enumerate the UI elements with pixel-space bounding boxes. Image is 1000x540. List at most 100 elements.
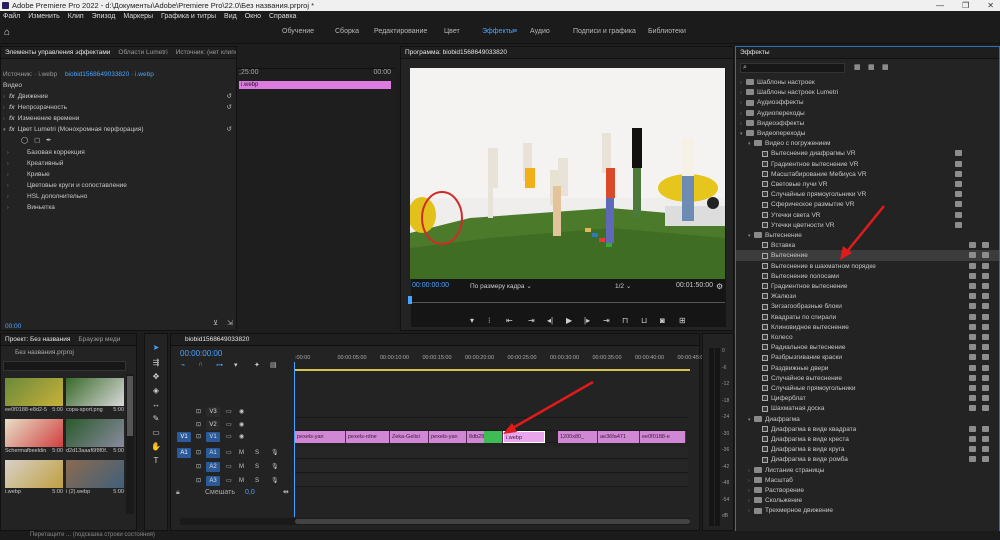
solo-button[interactable]: S [255,461,259,473]
fit-dropdown[interactable]: По размеру кадра ⌄ [470,282,532,290]
sync-lock-icon[interactable]: ▭ [226,475,232,487]
sync-lock-icon[interactable]: ▭ [226,406,232,418]
program-timecode[interactable]: 00:00:00:00 [412,282,449,289]
menu-item[interactable]: Маркеры [123,11,153,22]
voiceover-mic-icon[interactable]: 🎙︎ [271,447,279,459]
32bit-effects-icon[interactable]: ▦ [868,63,875,71]
extract-icon[interactable]: ⊔ [641,316,647,325]
timeline-clip[interactable]: i.webp [503,431,545,443]
fx-icon[interactable]: fx [9,104,15,111]
menu-item[interactable]: Эпизод [92,11,116,22]
ellipse-mask-icon[interactable]: ◯ [21,137,30,144]
snap-icon[interactable]: ⌁ [181,361,185,369]
timeline-timecode[interactable]: 00:00:00:00 [180,349,222,358]
program-scrubber[interactable] [408,296,725,304]
timeline-clip[interactable]: pexels-yan [295,431,346,443]
lumetri-section[interactable]: › Виньетка [1,202,236,213]
ripple-edit-tool-icon[interactable]: ✥ [151,372,161,381]
workspace-menu-icon[interactable]: ≡ [513,28,517,35]
workspace-tab[interactable]: Цвет [444,28,460,35]
fx-icon[interactable]: fx [9,93,15,100]
ec-tab[interactable]: Области Lumetri [114,47,171,58]
project-scrollbar[interactable] [126,374,134,514]
camera-icon[interactable]: ◙ [660,316,665,325]
timeline-clip[interactable]: 1200x80_ [558,431,598,443]
workspace-tab[interactable]: Редактирование [374,28,427,35]
quality-dropdown[interactable]: 1/2 ⌄ [615,282,631,290]
work-area-bar[interactable] [295,369,690,371]
add-marker-icon[interactable]: ▾ [234,361,238,369]
linked-selection-icon[interactable]: ⊶ [216,361,223,369]
lock-master-icon[interactable]: 🔒︎ [176,489,180,497]
eye-icon[interactable]: ◉ [239,431,244,443]
project-search-input[interactable] [3,361,126,371]
settings-icon[interactable]: ⚙ [716,282,723,291]
menu-item[interactable]: Клип [68,11,84,22]
accelerated-effects-icon[interactable]: ▦ [854,63,861,71]
lock-icon[interactable]: ⊡ [196,447,201,459]
type-tool-icon[interactable]: T [151,456,161,465]
eye-icon[interactable]: ◉ [239,419,244,431]
timeline-clip[interactable]: pexels-yan [429,431,467,443]
menu-item[interactable]: Окно [245,11,261,22]
sync-lock-icon[interactable]: ▭ [226,447,232,459]
sequence-tab[interactable]: biobid1568649033820 [171,334,253,345]
magnet-icon[interactable]: ∩ [198,361,203,368]
timeline-clip[interactable]: ae36fa471 [598,431,640,443]
sync-lock-icon[interactable]: ▭ [226,419,232,431]
captions-icon[interactable]: ▤ [270,361,277,369]
mark-out-icon[interactable]: ⁝ [488,316,491,325]
track-target[interactable]: A3 [206,476,220,486]
project-thumbnail[interactable] [5,378,63,406]
timeline-clip[interactable]: ee0f0188-e [640,431,686,443]
workspace-tab[interactable]: Обучение [282,28,314,35]
reset-icon[interactable]: ↺ [227,91,232,102]
track-header[interactable]: ⊡ A3 ▭ M S 🎙︎ [175,475,292,487]
menu-item[interactable]: Файл [3,11,20,22]
master-collapse-icon[interactable]: ⇹ [283,488,289,496]
comparison-icon[interactable]: ⊞ [679,316,686,325]
effect-row[interactable]: ▾ fx Цвет Lumetri (Монохромная перфорация)… [1,124,236,135]
project-tab[interactable]: Проект: Без названия [1,334,74,345]
razor-tool-icon[interactable]: ◈ [151,386,161,395]
fx-icon[interactable]: fx [9,126,15,133]
playhead[interactable] [408,296,412,304]
track-header[interactable]: A1 ⊡ A1 ▭ M S 🎙︎ [175,447,292,459]
eye-icon[interactable]: ◉ [239,406,244,418]
project-thumbnail[interactable] [5,419,63,447]
track-header[interactable]: ⊡ A2 ▭ M S 🎙︎ [175,461,292,473]
hand-tool-icon[interactable]: ✋ [151,442,161,451]
effects-search-input[interactable]: ⌕ [740,63,845,73]
lock-icon[interactable]: ⊡ [196,431,201,443]
track-lane[interactable] [295,406,688,418]
track-target[interactable]: A1 [206,448,220,458]
lock-icon[interactable]: ⊡ [196,406,201,418]
project-thumbnail[interactable] [66,419,124,447]
lock-icon[interactable]: ⊡ [196,461,201,473]
source-patch[interactable]: V1 [177,432,191,442]
go-to-next-icon[interactable]: ⇥ [603,316,610,325]
project-thumbnail[interactable] [66,460,124,488]
sync-lock-icon[interactable]: ▭ [226,431,232,443]
lift-icon[interactable]: ⊓ [622,316,628,325]
lumetri-section[interactable]: › Креативный [1,158,236,169]
lumetri-section[interactable]: › Базовая коррекция [1,147,236,158]
track-header[interactable]: ⊡ V2 ▭ ◉ [175,419,292,431]
sync-lock-icon[interactable]: ▭ [226,461,232,473]
reset-icon[interactable]: ↺ [227,102,232,113]
wrench-icon[interactable]: ✦ [254,361,260,369]
solo-button[interactable]: S [255,447,259,459]
solo-button[interactable]: S [255,475,259,487]
track-lane[interactable] [295,475,688,487]
track-lane[interactable] [295,447,688,459]
lumetri-section[interactable]: › Цветовые круги и сопоставление [1,180,236,191]
effect-row[interactable]: › fx Непрозрачность ↺ [1,102,236,113]
workspace-tab[interactable]: Аудио [530,28,550,35]
yuv-effects-icon[interactable]: ▦ [882,63,889,71]
source-patch[interactable]: A1 [177,448,191,458]
track-lane[interactable] [295,419,688,431]
pen-tool-icon[interactable]: ✎ [151,414,161,423]
menu-item[interactable]: Справка [269,11,296,22]
ec-tab[interactable]: Элементы управления эффектами [1,47,114,58]
lock-icon[interactable]: ⊡ [196,475,201,487]
